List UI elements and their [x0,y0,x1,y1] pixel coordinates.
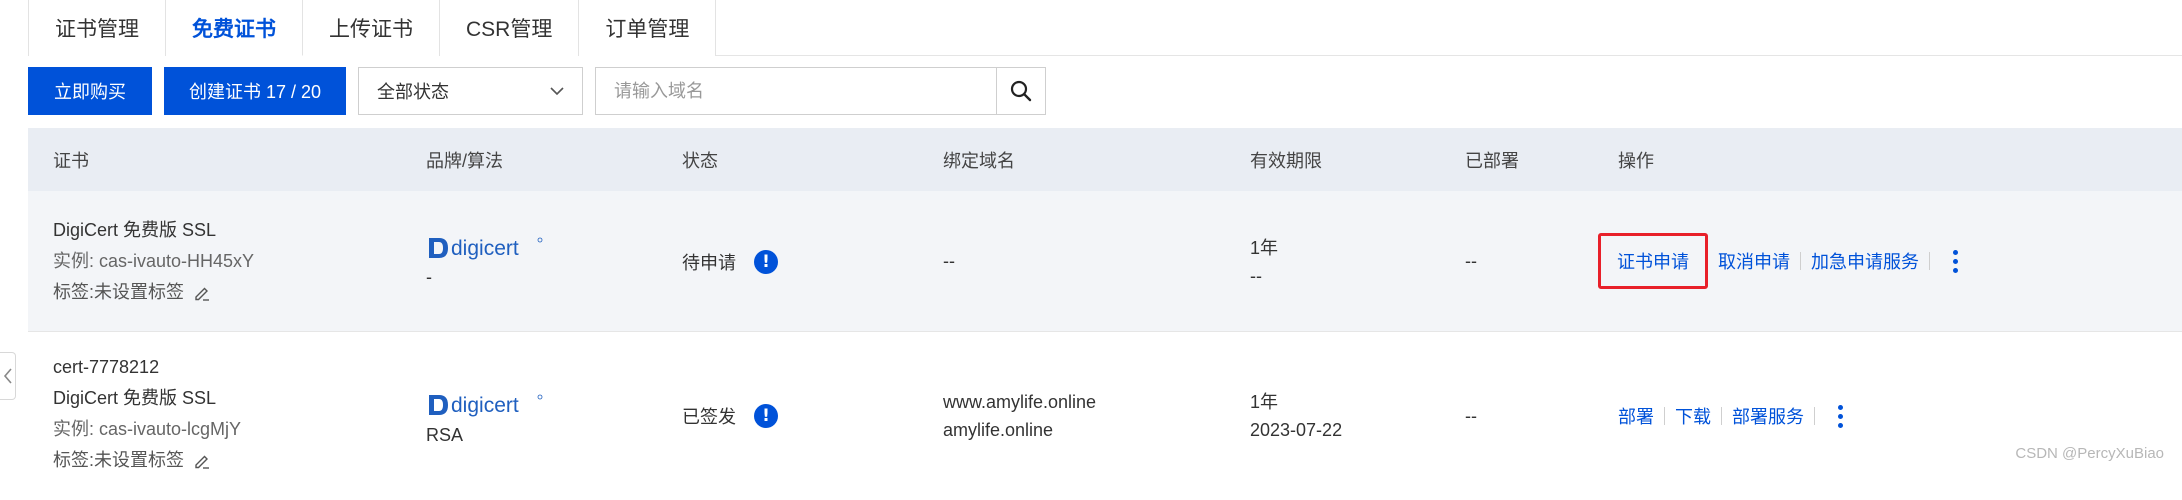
cert-tag-label: 标签:未设置标签 [53,282,184,302]
deploy-service-link[interactable]: 部署服务 [1722,403,1814,429]
tab-upload-cert[interactable]: 上传证书 [303,0,440,56]
col-header-cert: 证书 [53,128,89,191]
buy-now-button[interactable]: 立即购买 [28,67,152,115]
status-select-value: 全部状态 [377,78,449,104]
col-header-domain: 绑定域名 [943,128,1015,191]
edit-tag-icon[interactable] [193,284,211,302]
validity-period: 1年 [1250,388,1342,416]
info-icon[interactable]: ! [754,250,778,274]
svg-text:digicert: digicert [451,237,519,260]
info-icon[interactable]: ! [754,404,778,428]
tab-cert-management[interactable]: 证书管理 [28,0,166,56]
cert-cell: cert-7778212 DigiCert 免费版 SSL 实例: cas-iv… [53,346,241,482]
cert-instance: 实例: cas-ivauto-HH45xY [53,246,254,277]
deployed-cell: -- [1465,332,1477,500]
algorithm: RSA [426,420,546,450]
domain-text: amylife.online [943,416,1096,444]
validity-period: 1年 [1250,234,1278,262]
domain-text: -- [943,246,955,277]
svg-text:digicert: digicert [451,394,519,417]
cert-cell: DigiCert 免费版 SSL 实例: cas-ivauto-HH45xY 标… [53,209,254,314]
digicert-logo: digicert [426,390,546,420]
validity-cell: 1年 2023-07-22 [1250,332,1342,500]
download-link[interactable]: 下载 [1665,403,1721,429]
expedite-service-link[interactable]: 加急申请服务 [1801,248,1929,274]
expiry-date: 2023-07-22 [1250,416,1342,444]
cancel-apply-link[interactable]: 取消申请 [1708,248,1800,274]
row-actions: 部署 下载 部署服务 [1608,398,1855,434]
tab-order-management[interactable]: 订单管理 [579,0,716,56]
table-row: cert-7778212 DigiCert 免费版 SSL 实例: cas-iv… [28,332,2182,480]
cert-tag-label: 标签:未设置标签 [53,450,184,470]
deployed-text: -- [1465,401,1477,432]
chevron-left-icon [2,366,14,386]
cert-tag: 标签:未设置标签 [53,277,254,308]
deployed-text: -- [1465,246,1477,277]
tab-csr-management[interactable]: CSR管理 [440,0,579,56]
brand-cell: digicert - [426,227,546,297]
domain-cell: -- [943,191,955,332]
deployed-cell: -- [1465,191,1477,332]
expiry-date: -- [1250,262,1278,290]
status-text: 待申请 [682,249,736,275]
table-row: DigiCert 免费版 SSL 实例: cas-ivauto-HH45xY 标… [28,191,2182,332]
tab-free-cert[interactable]: 免费证书 [166,0,303,56]
col-header-brand: 品牌/算法 [426,128,503,191]
cert-tag: 标签:未设置标签 [53,445,241,476]
chevron-down-icon [548,82,566,100]
col-header-actions: 操作 [1618,128,1654,191]
digicert-logo: digicert [426,233,546,263]
validity-cell: 1年 -- [1250,191,1278,332]
apply-cert-link[interactable]: 证书申请 [1598,233,1708,289]
domain-cell: www.amylife.online amylife.online [943,332,1096,500]
deploy-link[interactable]: 部署 [1608,403,1664,429]
cert-instance: 实例: cas-ivauto-lcgMjY [53,414,241,445]
status-text: 已签发 [682,403,736,429]
cert-name: DigiCert 免费版 SSL [53,215,254,246]
search-box [595,67,1046,115]
more-actions-icon[interactable] [1940,243,1970,279]
sidebar-collapse-handle[interactable] [0,352,16,400]
brand-cell: digicert RSA [426,386,546,454]
action-divider [1929,252,1930,270]
tab-bar: 证书管理 免费证书 上传证书 CSR管理 订单管理 [28,0,2182,56]
algorithm: - [426,263,546,291]
cert-name: DigiCert 免费版 SSL [53,383,241,414]
domain-search-input[interactable] [595,67,996,115]
cert-table: 证书 品牌/算法 状态 绑定域名 有效期限 已部署 操作 DigiCert 免费… [28,128,2182,480]
toolbar: 立即购买 创建证书 17 / 20 全部状态 [28,67,1046,115]
cert-id: cert-7778212 [53,352,241,383]
edit-tag-icon[interactable] [193,452,211,470]
watermark: CSDN @PercyXuBiao [2015,445,2164,462]
domain-text: www.amylife.online [943,388,1096,416]
col-header-validity: 有效期限 [1250,128,1322,191]
row-actions: 证书申请 取消申请 加急申请服务 [1598,243,1970,279]
action-divider [1814,407,1815,425]
status-select[interactable]: 全部状态 [358,67,583,115]
more-actions-icon[interactable] [1825,398,1855,434]
col-header-status: 状态 [682,128,718,191]
search-icon [1009,79,1033,103]
table-header: 证书 品牌/算法 状态 绑定域名 有效期限 已部署 操作 [28,128,2182,191]
status-cell: 待申请 ! [682,191,778,332]
create-cert-button[interactable]: 创建证书 17 / 20 [164,67,346,115]
col-header-deployed: 已部署 [1465,128,1519,191]
search-button[interactable] [996,67,1046,115]
status-cell: 已签发 ! [682,332,778,500]
